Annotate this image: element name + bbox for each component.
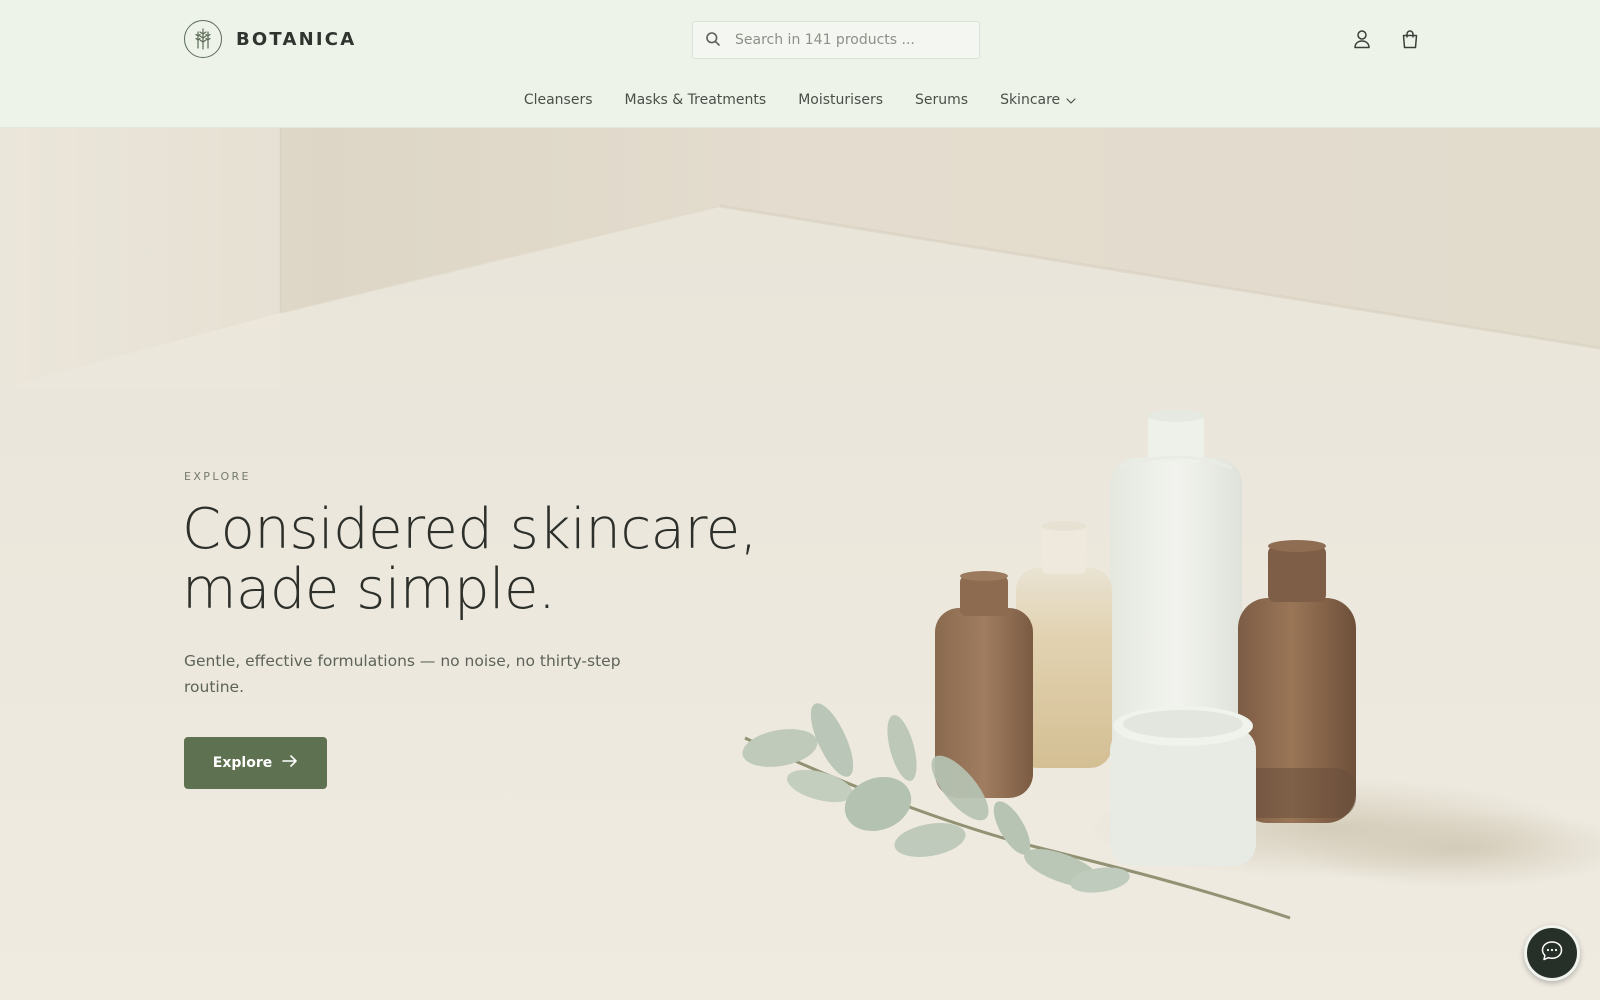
hero-title: Considered skincare, made simple. — [182, 500, 822, 620]
cart-icon[interactable] — [1398, 27, 1422, 51]
frosted-jar — [1110, 706, 1256, 866]
header-actions — [1350, 27, 1422, 51]
explore-button-label: Explore — [212, 755, 273, 771]
nav-item-label: Serums — [915, 92, 969, 108]
search-input[interactable] — [733, 31, 963, 49]
hero-title-line-1: Considered skincare, — [182, 497, 758, 562]
nav-item-label: Masks & Treatments — [624, 92, 767, 108]
search-icon — [705, 31, 723, 49]
leaf-bundle-logo-icon — [184, 20, 222, 58]
brand-logo[interactable]: BOTANICA — [184, 20, 356, 58]
explore-button[interactable]: Explore — [184, 737, 327, 789]
nav-item-label: Skincare — [1000, 92, 1061, 108]
hero-subtitle: Gentle, effective formulations — no nois… — [184, 652, 621, 696]
main-nav: Cleansers Masks & Treatments Moisturiser… — [0, 92, 1600, 108]
hero-eyebrow: EXPLORE — [184, 470, 251, 483]
nav-item-cleansers[interactable]: Cleansers — [524, 92, 593, 108]
nav-item-label: Moisturisers — [798, 92, 883, 108]
account-icon[interactable] — [1350, 27, 1374, 51]
nav-item-serums[interactable]: Serums — [915, 92, 968, 108]
nav-item-skincare[interactable]: Skincare — [1000, 92, 1076, 108]
nav-item-masks-treatments[interactable]: Masks & Treatments — [625, 92, 767, 108]
arrow-right-icon — [282, 755, 298, 771]
site-header: BOTANICA Cleansers Ma — [0, 0, 1600, 128]
hero-title-line-2: made simple. — [182, 557, 556, 622]
chat-bubble-icon — [1540, 940, 1564, 966]
hero-section: EXPLORE Considered skincare, made simple… — [0, 128, 1600, 1000]
nav-item-label: Cleansers — [523, 92, 593, 108]
brand-name: BOTANICA — [236, 28, 357, 50]
chevron-down-icon — [1066, 92, 1076, 108]
chat-button[interactable] — [1524, 925, 1580, 981]
nav-item-moisturisers[interactable]: Moisturisers — [798, 92, 883, 108]
search-box[interactable] — [692, 21, 980, 59]
